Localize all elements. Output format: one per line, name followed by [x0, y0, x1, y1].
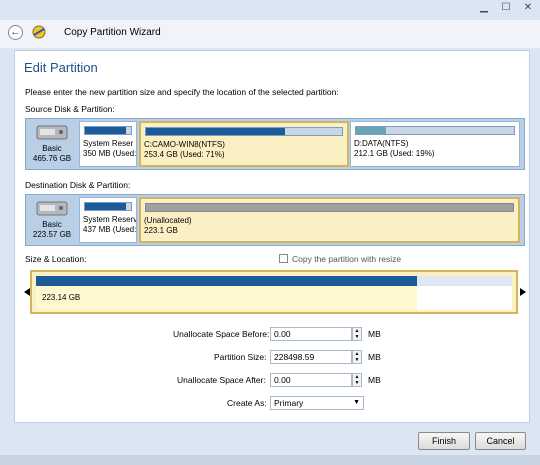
source-disk-type: Basic [42, 144, 62, 153]
destination-partition-system[interactable]: System Reserv 437 MB (Used: [79, 197, 137, 243]
usage-fill [85, 127, 127, 134]
usage-bar [84, 126, 132, 135]
destination-label: Destination Disk & Partition: [25, 180, 131, 190]
close-icon[interactable]: ✕ [518, 0, 538, 18]
maximize-icon[interactable]: ☐ [496, 0, 516, 18]
usage-fill [356, 127, 387, 134]
usage-bar [84, 202, 132, 211]
before-input[interactable]: 0.00 [270, 327, 352, 341]
create-as-select[interactable]: Primary ▼ [270, 396, 364, 410]
taskbar-strip [0, 455, 540, 465]
before-unit: MB [368, 329, 381, 339]
partition-free-bar [416, 276, 512, 286]
minimize-icon[interactable]: ▁ [474, 0, 494, 18]
partition-size-value: 223.14 GB [42, 293, 81, 302]
chevron-down-icon: ▼ [353, 399, 360, 406]
partition-body [36, 286, 417, 310]
right-drag-handle[interactable] [520, 288, 526, 296]
partition-name: D:DATA(NTFS) [354, 139, 409, 148]
partition-name: (Unallocated) [144, 216, 192, 225]
after-label: Unallocate Space After: [177, 375, 266, 385]
after-unit: MB [368, 375, 381, 385]
source-disk-row: Basic 465.76 GB System Reser 350 MB (Use… [25, 118, 525, 170]
hard-disk-icon [36, 125, 68, 140]
before-label: Unallocate Space Before: [173, 329, 270, 339]
create-as-label: Create As: [227, 398, 267, 408]
usage-bar [355, 126, 515, 135]
source-partition-d[interactable]: D:DATA(NTFS) 212.1 GB (Used: 19%) [350, 121, 520, 167]
left-drag-handle[interactable] [24, 288, 30, 296]
source-partition-c[interactable]: C:CAMO-WIN8(NTFS) 253.4 GB (Used: 71%) [139, 121, 349, 167]
partition-name: C:CAMO-WIN8(NTFS) [144, 140, 225, 149]
destination-disk-row: Basic 223.57 GB System Reserv 437 MB (Us… [25, 194, 525, 246]
destination-disk[interactable]: Basic 223.57 GB [30, 198, 74, 240]
window-title: Copy Partition Wizard [64, 27, 161, 38]
after-spinner[interactable]: ▲ ▼ [352, 373, 362, 387]
destination-partition-unallocated[interactable]: (Unallocated) 223.1 GB [139, 197, 520, 243]
copy-resize-label: Copy the partition with resize [292, 254, 402, 264]
copy-resize-checkbox[interactable] [279, 254, 288, 263]
partition-info: 212.1 GB (Used: 19%) [354, 149, 435, 158]
instruction-text: Please enter the new partition size and … [25, 87, 339, 97]
cancel-button[interactable]: Cancel [475, 432, 526, 450]
partition-drag-bar[interactable]: 223.14 GB [36, 276, 512, 310]
source-disk[interactable]: Basic 465.76 GB [30, 122, 74, 164]
usage-bar [145, 127, 343, 136]
partition-drag-track[interactable]: 223.14 GB [30, 270, 518, 314]
title-bar: ▁ ☐ ✕ [0, 0, 540, 20]
destination-disk-type: Basic [42, 220, 62, 229]
back-arrow-icon[interactable]: ← [8, 25, 23, 40]
partition-name: System Reserv [83, 215, 137, 224]
usage-fill [146, 128, 286, 135]
partition-info: 350 MB (Used: [83, 149, 137, 158]
size-label: Partition Size: [214, 352, 267, 362]
hard-disk-icon [36, 201, 68, 216]
before-spinner[interactable]: ▲ ▼ [352, 327, 362, 341]
after-input[interactable]: 0.00 [270, 373, 352, 387]
partition-info: 437 MB (Used: [83, 225, 137, 234]
size-location-label: Size & Location: [25, 254, 87, 264]
wizard-app-icon [32, 25, 46, 39]
source-disk-size: 465.76 GB [32, 154, 72, 163]
size-spinner[interactable]: ▲ ▼ [352, 350, 362, 364]
finish-button[interactable]: Finish [418, 432, 470, 450]
partition-free-body [416, 286, 512, 310]
partition-info: 223.1 GB [144, 226, 178, 235]
partition-used-bar [36, 276, 417, 286]
size-input[interactable]: 228498.59 [270, 350, 352, 364]
usage-fill [85, 203, 127, 210]
source-partition-system[interactable]: System Reser 350 MB (Used: [79, 121, 137, 167]
partition-info: 253.4 GB (Used: 71%) [144, 150, 225, 159]
destination-disk-size: 223.57 GB [32, 230, 72, 239]
source-label: Source Disk & Partition: [25, 104, 115, 114]
wizard-window: ▁ ☐ ✕ ← Copy Partition Wizard Edit Parti… [0, 0, 540, 465]
create-as-value: Primary [274, 398, 304, 408]
partition-name: System Reser [83, 139, 134, 148]
size-unit: MB [368, 352, 381, 362]
usage-bar [145, 203, 514, 212]
page-title: Edit Partition [24, 60, 98, 75]
